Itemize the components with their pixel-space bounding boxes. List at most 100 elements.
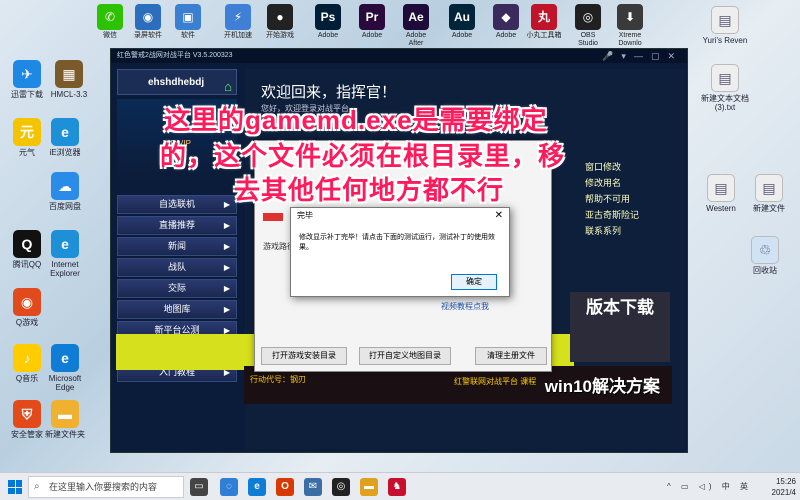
- shortcut-label: Adobe: [495, 32, 517, 39]
- desktop-shortcut[interactable]: ◆ Adobe: [488, 4, 524, 40]
- aftereffects-icon: Ae: [403, 4, 429, 30]
- desktop-shortcut[interactable]: ◉ 录屏软件: [130, 4, 166, 40]
- ie-icon: e: [51, 118, 79, 146]
- taskbar-explorer-icon[interactable]: ▬: [360, 478, 378, 496]
- shortcut-label: 新建文本文档(3).txt: [701, 94, 749, 112]
- desktop-shortcut[interactable]: ⬇ Xtreme Downlo: [612, 4, 648, 48]
- game-menu-item[interactable]: 战队 ▶: [117, 258, 237, 277]
- shortcut-label: 录屏软件: [134, 32, 162, 39]
- clean-registry-button[interactable]: 清理主册文件: [475, 347, 547, 365]
- taskbar-office-icon[interactable]: O: [276, 478, 294, 496]
- desktop-shortcut[interactable]: ▤ 新建文本文档(3).txt: [700, 64, 750, 112]
- security-icon: ⛨: [13, 400, 41, 428]
- desktop-shortcut[interactable]: 丸小丸工具箱: [526, 4, 562, 40]
- taskbar-search-input[interactable]: ⌕ 在这里输入你要搜索的内容: [28, 476, 184, 498]
- desktop-shortcut[interactable]: ● 开始游戏: [262, 4, 298, 40]
- caption-line-3: 去其他任何地方都不行: [234, 175, 505, 205]
- software-icon: ▣: [175, 4, 201, 30]
- menu-item-label: 自选联机: [158, 199, 195, 209]
- audition-icon: Au: [449, 4, 475, 30]
- taskbar-obs-icon[interactable]: ◎: [332, 478, 350, 496]
- open-map-dir-button[interactable]: 打开自定义地图目录: [359, 347, 451, 365]
- desktop-shortcut[interactable]: ✆ 微信: [92, 4, 128, 40]
- desktop-shortcut[interactable]: e Microsoft Edge: [40, 344, 90, 392]
- game-menu-item[interactable]: 交际 ▶: [117, 279, 237, 298]
- taskbar-mail-icon[interactable]: ✉: [304, 478, 322, 496]
- chevron-right-icon: ▶: [223, 242, 230, 251]
- warning-marker: [263, 213, 283, 221]
- desktop-shortcut[interactable]: ▦ HMCL-3.3: [44, 60, 94, 99]
- desktop-shortcut[interactable]: ◎ OBS Studio: [570, 4, 606, 48]
- desktop-shortcut[interactable]: ▤ 新建文件: [744, 174, 794, 213]
- promo-win10: win10解决方案: [544, 377, 660, 396]
- message-title: 完毕: [297, 211, 313, 220]
- system-tray[interactable]: ^ ▭ ◁) 中 英: [667, 481, 752, 492]
- desktop-shortcut[interactable]: ⚡ 开机加速: [220, 4, 256, 40]
- close-icon[interactable]: ✕: [495, 208, 503, 224]
- task-view-icon[interactable]: ▭: [190, 478, 208, 496]
- desktop-shortcut[interactable]: ☁ 百度网盘: [40, 172, 90, 211]
- feature-item[interactable]: 联系系列: [585, 223, 639, 239]
- caption-line-1: 这里的gamemd.exe是需要绑定: [164, 105, 548, 135]
- baidu-icon: ☁: [51, 172, 79, 200]
- desktop-shortcut[interactable]: ▤ Western: [696, 174, 746, 213]
- shortcut-label: 软件: [181, 32, 195, 39]
- feature-item[interactable]: 帮助不可用: [585, 191, 639, 207]
- shortcut-label: 开始游戏: [266, 32, 294, 39]
- feature-item[interactable]: 修改用名: [585, 175, 639, 191]
- caption-line-2: 的，这个文件必须在根目录里，移: [160, 141, 566, 171]
- game-menu-item[interactable]: 地图库 ▶: [117, 300, 237, 319]
- game-menu-item[interactable]: 新闻 ▶: [117, 237, 237, 256]
- taskbar-browser-icon[interactable]: ◌: [220, 478, 238, 496]
- desktop-shortcut[interactable]: ▣ 软件: [170, 4, 206, 40]
- desktop-shortcut[interactable]: ◉ Q游戏: [2, 288, 52, 327]
- menu-item-label: 新闻: [167, 241, 186, 251]
- promo-download[interactable]: 版本下载: [570, 292, 670, 362]
- taskbar: ⌕ 在这里输入你要搜索的内容 ▭ ◌ e O ✉ ◎ ▬ ♞ ^ ▭ ◁) 中 …: [0, 472, 800, 500]
- game-window-titlebar[interactable]: 红色警戒2战网对战平台 V3.5.200323 🎤▾—▢✕: [111, 49, 687, 63]
- desktop-shortcut[interactable]: e iE浏览器: [40, 118, 90, 157]
- home-icon[interactable]: ⌂: [224, 74, 232, 100]
- open-game-dir-button[interactable]: 打开游戏安装目录: [261, 347, 347, 365]
- desktop-shortcut[interactable]: ♲ 回收站: [740, 236, 790, 275]
- shortcut-label: Q游戏: [15, 318, 39, 327]
- menu-item-label: 战队: [167, 262, 186, 272]
- desktop-shortcut[interactable]: Ps Adobe: [310, 4, 346, 40]
- ie2-icon: e: [51, 230, 79, 258]
- shortcut-label: OBS Studio: [578, 32, 598, 47]
- desktop-shortcut[interactable]: e Internet Explorer: [40, 230, 90, 278]
- desktop-shortcut[interactable]: Pr Adobe: [354, 4, 390, 40]
- taskbar-edge-icon[interactable]: e: [248, 478, 266, 496]
- shortcut-label: Internet Explorer: [50, 260, 80, 278]
- shortcut-label: Adobe: [451, 32, 473, 39]
- shortcut-label: Adobe: [361, 32, 383, 39]
- wechat-icon: ✆: [97, 4, 123, 30]
- boot-icon: ⚡: [225, 4, 251, 30]
- desktop-shortcut[interactable]: ▬ 新建文件夹: [40, 400, 90, 439]
- xiaowan-icon: 丸: [531, 4, 557, 30]
- game-menu-item[interactable]: 自选联机 ▶: [117, 195, 237, 214]
- window-controls[interactable]: 🎤▾—▢✕: [602, 49, 683, 63]
- feature-item[interactable]: 窗口修改: [585, 159, 639, 175]
- message-body: 修改显示补丁完毕！请点击下面的测试运行，测试补丁的使用效果。: [299, 234, 495, 251]
- search-icon: ⌕: [34, 481, 40, 492]
- qq-icon: Q: [13, 230, 41, 258]
- taskbar-clock[interactable]: 15:26 2021/4: [772, 476, 796, 498]
- chevron-right-icon: ▶: [223, 221, 230, 230]
- download-icon: ⬇: [617, 4, 643, 30]
- game-menu-item[interactable]: 直播推荐 ▶: [117, 216, 237, 235]
- qmusic-icon: ♪: [13, 344, 41, 372]
- desktop-shortcut[interactable]: Ae Adobe After: [398, 4, 434, 48]
- desktop-shortcut[interactable]: Au Adobe: [444, 4, 480, 40]
- desktop-shortcut[interactable]: ▤ Yuri's Reven: [700, 6, 750, 45]
- feature-item[interactable]: 亚古奇斯险记: [585, 207, 639, 223]
- game-icon: ●: [267, 4, 293, 30]
- video-tutorial-link[interactable]: 视频教程点我: [441, 301, 489, 312]
- ok-button[interactable]: 确定: [451, 274, 497, 290]
- taskbar-game-icon[interactable]: ♞: [388, 478, 406, 496]
- message-box: 完毕 ✕ 修改显示补丁完毕！请点击下面的测试运行，测试补丁的使用效果。 确定: [290, 207, 510, 297]
- shortcut-label: iE浏览器: [49, 148, 81, 157]
- shortcut-label: Microsoft Edge: [48, 374, 82, 392]
- thunder-icon: ✈: [13, 60, 41, 88]
- windows-start-icon[interactable]: [8, 480, 22, 494]
